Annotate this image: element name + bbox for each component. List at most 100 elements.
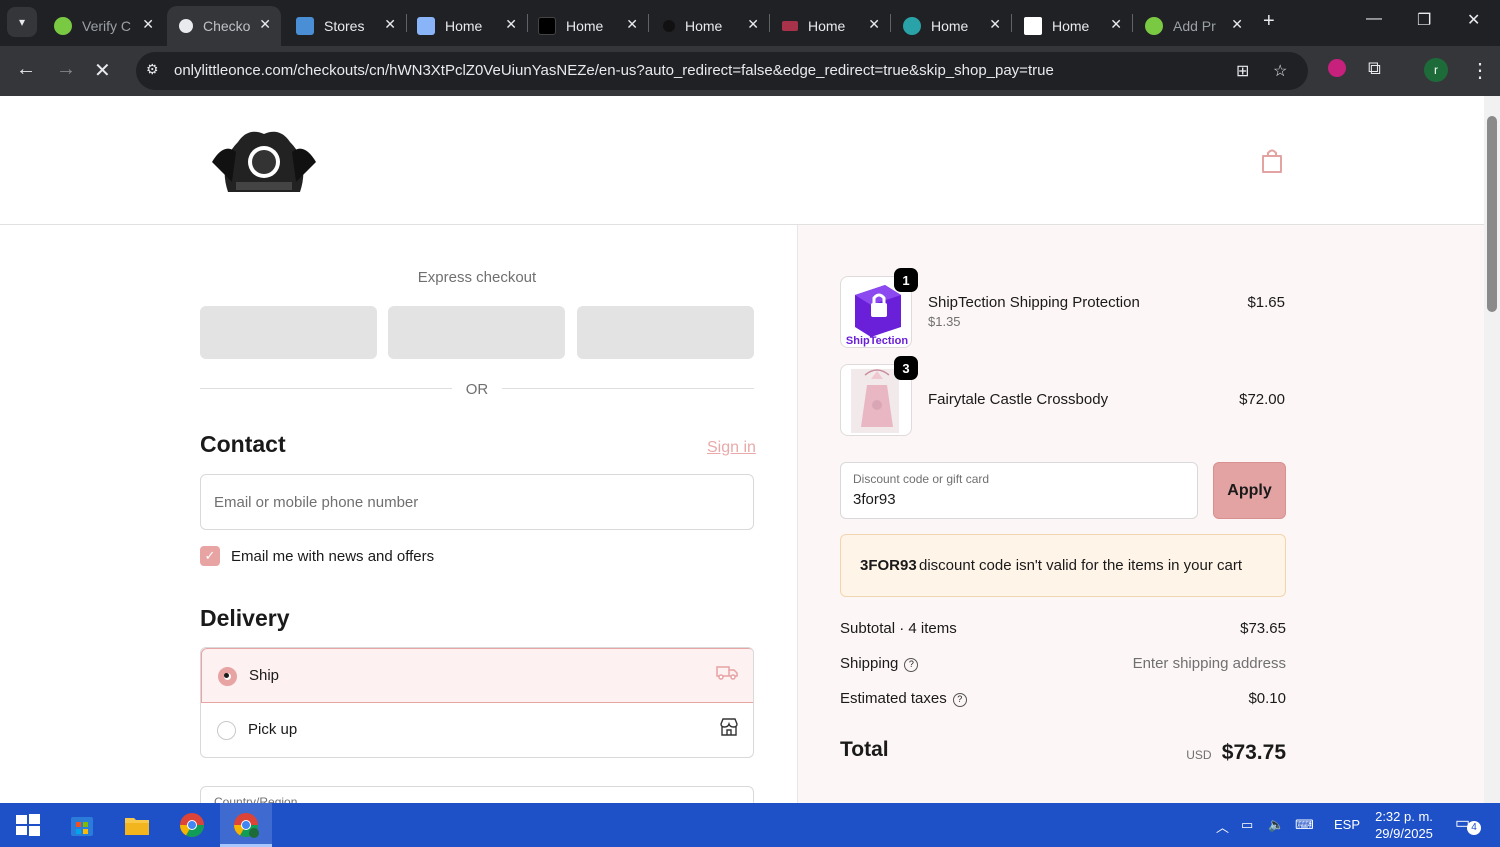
translate-icon[interactable]: ⊞ — [1236, 61, 1249, 81]
page-scrollbar[interactable] — [1484, 96, 1500, 803]
volume-icon[interactable]: 🔈 — [1268, 817, 1284, 833]
tab-verify[interactable]: Verify C ✕ — [46, 6, 164, 46]
store-app-icon[interactable] — [68, 811, 96, 839]
express-pay-button-1[interactable] — [200, 306, 377, 359]
restore-icon[interactable]: ❐ — [1417, 10, 1431, 30]
country-select[interactable]: Country/Region — [200, 786, 754, 803]
taxes-label: Estimated taxes — [840, 690, 947, 707]
site-info-icon[interactable]: ⚙ — [146, 61, 159, 78]
shopping-bag-icon[interactable] — [1260, 148, 1284, 174]
tab-home-1[interactable]: Home ✕ — [409, 6, 527, 46]
tab-home-2[interactable]: Home ✕ — [530, 6, 648, 46]
pickup-radio[interactable] — [217, 721, 236, 740]
system-clock[interactable]: 2:32 p. m. 29/9/2025 — [1372, 808, 1436, 842]
checkout-page: Express checkout OR Contact Sign in Emai… — [0, 96, 1484, 803]
or-separator: OR — [465, 381, 489, 398]
extensions-puzzle-icon[interactable]: ⧉ — [1368, 58, 1381, 79]
forward-arrow-icon[interactable]: → — [56, 58, 76, 81]
home-favicon-icon — [663, 20, 675, 32]
tab-separator — [648, 14, 649, 32]
close-tab-icon[interactable]: ✕ — [1110, 16, 1122, 33]
ship-radio[interactable] — [218, 667, 237, 686]
ship-label: Ship — [249, 667, 280, 684]
close-tab-icon[interactable]: ✕ — [989, 16, 1001, 33]
email-placeholder: Email or mobile phone number — [214, 494, 419, 511]
input-language[interactable]: ESP — [1334, 817, 1360, 832]
discount-label: Discount code or gift card — [853, 472, 990, 486]
menu-kebab-icon[interactable]: ⋮ — [1470, 58, 1490, 83]
chrome-icon[interactable] — [178, 811, 206, 839]
email-field[interactable]: Email or mobile phone number — [200, 474, 754, 530]
home-favicon-icon — [782, 21, 798, 31]
tab-title: Checko — [203, 18, 251, 34]
tray-chevron-icon[interactable]: ︿ — [1216, 817, 1229, 836]
item-unit-price: $1.35 — [928, 314, 961, 329]
apply-button[interactable]: Apply — [1213, 462, 1286, 519]
ublock-extension-icon[interactable] — [1328, 59, 1346, 77]
tab-home-5[interactable]: Home ✕ — [893, 6, 1011, 46]
tab-home-6[interactable]: Home ✕ — [1014, 6, 1132, 46]
file-explorer-icon[interactable] — [123, 811, 151, 839]
sign-in-link[interactable]: Sign in — [707, 439, 756, 457]
minimize-icon[interactable]: — — [1366, 10, 1382, 28]
close-tab-icon[interactable]: ✕ — [505, 16, 517, 33]
keyboard-icon[interactable]: ⌨ — [1295, 817, 1314, 833]
subtotal-row: Subtotal · 4 items $73.65 — [840, 620, 1286, 637]
tab-checkout[interactable]: Checko ✕ — [167, 6, 281, 46]
tab-add-product[interactable]: Add Pr ✕ — [1135, 6, 1253, 46]
pickup-option[interactable]: Pick up — [201, 703, 753, 757]
item-name: Fairytale Castle Crossbody — [928, 391, 1109, 408]
help-icon[interactable]: ? — [952, 693, 967, 707]
express-pay-button-3[interactable] — [577, 306, 754, 359]
discount-code-field[interactable]: Discount code or gift card 3for93 — [840, 462, 1198, 519]
back-arrow-icon[interactable]: ← — [16, 58, 36, 81]
new-tab-plus-icon[interactable]: + — [1263, 10, 1275, 33]
bookmark-star-icon[interactable]: ☆ — [1273, 61, 1287, 81]
close-window-icon[interactable]: ✕ — [1467, 10, 1480, 30]
quantity-badge: 1 — [894, 268, 918, 292]
notification-count: 4 — [1467, 821, 1481, 835]
newsletter-label: Email me with news and offers — [231, 548, 435, 565]
close-tab-icon[interactable]: ✕ — [626, 16, 638, 33]
store-logo[interactable] — [208, 122, 320, 202]
tab-title: Home — [566, 18, 604, 34]
item-price: $72.00 — [1239, 391, 1285, 408]
delivery-method-group: Ship Pick up — [200, 647, 754, 758]
tab-home-4[interactable]: Home ✕ — [772, 6, 890, 46]
url-text[interactable]: onlylittleonce.com/checkouts/cn/hWN3XtPc… — [174, 62, 1054, 79]
tab-separator — [769, 14, 770, 32]
divider — [502, 388, 754, 389]
network-icon[interactable]: ▭ — [1241, 817, 1253, 833]
quantity-badge: 3 — [894, 356, 918, 380]
tab-search-button[interactable]: ▾ — [7, 7, 37, 37]
tab-stores[interactable]: Stores ✕ — [288, 6, 406, 46]
active-app-highlight[interactable] — [220, 803, 272, 847]
close-tab-icon[interactable]: ✕ — [1231, 16, 1243, 33]
chrome-profile-icon[interactable] — [232, 811, 260, 839]
svg-text:ShipTection: ShipTection — [846, 335, 908, 347]
help-icon[interactable]: ? — [904, 658, 919, 672]
stop-loading-icon[interactable]: ✕ — [94, 58, 111, 83]
windows-start-icon[interactable] — [14, 811, 42, 839]
tab-title: Home — [808, 18, 846, 34]
taxes-value: $0.10 — [1248, 690, 1286, 707]
profile-avatar[interactable]: r — [1424, 58, 1448, 82]
close-tab-icon[interactable]: ✕ — [868, 16, 880, 33]
express-checkout-title: Express checkout — [417, 269, 537, 286]
scrollbar-thumb[interactable] — [1487, 116, 1497, 312]
notification-center-icon[interactable]: ▭ 4 — [1455, 813, 1481, 835]
discount-value[interactable]: 3for93 — [853, 491, 896, 508]
tab-separator — [527, 14, 528, 32]
error-code: 3FOR93 — [860, 557, 917, 574]
address-bar[interactable]: ⚙ onlylittleonce.com/checkouts/cn/hWN3Xt… — [136, 52, 1308, 90]
tab-separator — [1011, 14, 1012, 32]
newsletter-checkbox[interactable]: ✓ — [200, 546, 220, 566]
clock-date: 29/9/2025 — [1375, 826, 1433, 841]
tab-home-3[interactable]: Home ✕ — [651, 6, 769, 46]
close-tab-icon[interactable]: ✕ — [259, 16, 271, 33]
express-pay-button-2[interactable] — [388, 306, 565, 359]
ship-option[interactable]: Ship — [201, 648, 753, 703]
close-tab-icon[interactable]: ✕ — [747, 16, 759, 33]
close-tab-icon[interactable]: ✕ — [142, 16, 154, 33]
close-tab-icon[interactable]: ✕ — [384, 16, 396, 33]
